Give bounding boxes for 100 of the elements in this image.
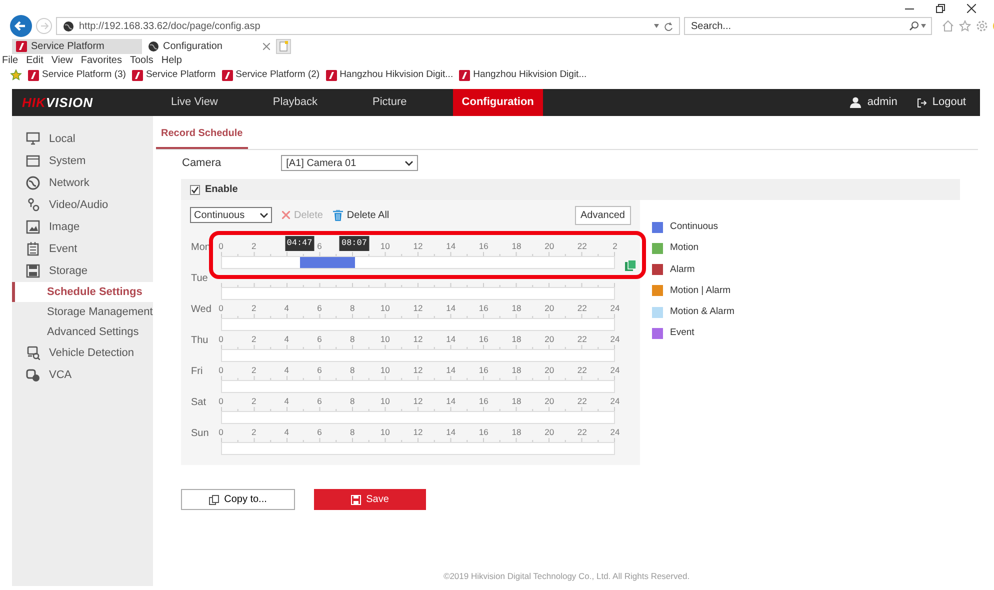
sidebar-subitem[interactable]: Advanced Settings: [12, 322, 153, 342]
timeline-track[interactable]: [221, 411, 615, 424]
sidebar-subitem[interactable]: Storage Management: [12, 302, 153, 322]
hour-label: 2: [251, 302, 256, 315]
search-icon[interactable]: [909, 21, 919, 31]
hour-label: 12: [413, 240, 423, 253]
nav-tab[interactable]: Playback: [264, 89, 327, 116]
copy-icon[interactable]: [625, 260, 636, 271]
hour-label: 10: [380, 426, 390, 439]
hour-label: 20: [544, 302, 554, 315]
menu-item[interactable]: Favorites: [80, 53, 122, 68]
sidebar-item[interactable]: Image: [12, 216, 153, 238]
favorites-link[interactable]: Hangzhou Hikvision Digit...: [459, 68, 587, 82]
timeline-track[interactable]: [221, 287, 615, 300]
favorites-link[interactable]: Service Platform: [132, 68, 216, 82]
hour-label: 12: [413, 302, 423, 315]
hour-label: 2: [251, 364, 256, 377]
delete-all-button[interactable]: Delete All: [332, 208, 390, 222]
check-icon: [191, 186, 199, 194]
copyright-text: ©2019 Hikvision Digital Technology Co., Ltd. All Rights Reserved.: [442, 570, 691, 583]
hour-label: 14: [446, 302, 456, 315]
floppy-icon: [351, 494, 362, 504]
hour-label: 22: [577, 426, 587, 439]
sidebar-item[interactable]: Network: [12, 172, 153, 194]
menu-item[interactable]: Edit: [26, 53, 44, 68]
hour-label: 8: [350, 395, 355, 408]
hour-label: 8: [350, 302, 355, 315]
hour-label: 16: [478, 364, 488, 377]
sidebar-subitem[interactable]: Schedule Settings: [12, 282, 153, 302]
hour-label: 4: [284, 364, 290, 377]
hour-label: 18: [512, 302, 522, 315]
menu-item[interactable]: Tools: [130, 53, 154, 68]
settings-icon[interactable]: [976, 20, 988, 32]
timeline-track[interactable]: [221, 380, 615, 393]
hour-label: 0: [218, 302, 224, 315]
timeline-track[interactable]: [221, 318, 615, 331]
camera-select[interactable]: [A1] Camera 01: [281, 155, 418, 171]
menu-item[interactable]: File: [2, 53, 18, 68]
hour-label: 24: [610, 333, 620, 346]
hour-label: 22: [577, 302, 587, 315]
hour-label: 10: [380, 364, 390, 377]
record-type-select[interactable]: Continuous: [190, 207, 272, 223]
favorites-star-icon[interactable]: [10, 69, 22, 81]
sidebar-item[interactable]: Storage: [12, 260, 153, 282]
sidebar-item[interactable]: Event: [12, 238, 153, 260]
hour-label: 18: [512, 364, 522, 377]
logout-link[interactable]: Logout: [917, 94, 966, 111]
calendar-icon: [26, 242, 40, 256]
refresh-icon[interactable]: [664, 22, 673, 30]
hour-label: 12: [413, 333, 423, 346]
monitor-icon: [26, 132, 40, 146]
sidebar-item[interactable]: VCA: [12, 364, 153, 386]
page-icon: [148, 41, 159, 52]
menu-item[interactable]: Help: [161, 53, 182, 68]
hour-label: 0: [218, 240, 224, 253]
page-tab[interactable]: Record Schedule: [156, 124, 248, 149]
new-tab-icon[interactable]: [276, 39, 291, 54]
restore-icon[interactable]: [936, 4, 945, 13]
hour-label: 22: [577, 333, 587, 346]
user-icon: [850, 97, 862, 108]
favorites-link[interactable]: Service Platform (2): [222, 68, 320, 82]
favorites-link[interactable]: Service Platform (3): [28, 68, 126, 82]
nav-tab[interactable]: Configuration: [452, 89, 543, 116]
enable-checkbox[interactable]: [190, 184, 200, 194]
legend-label: Alarm: [670, 262, 695, 276]
field-label: Camera: [182, 156, 222, 171]
favorites-link[interactable]: Hangzhou Hikvision Digit...: [326, 68, 454, 82]
search-field[interactable]: Search...: [684, 17, 932, 35]
sidebar-item[interactable]: Vehicle Detection: [12, 342, 153, 364]
close-icon[interactable]: [967, 4, 976, 13]
hour-label: 12: [413, 395, 423, 408]
hour-label: 18: [512, 395, 522, 408]
back-button-icon[interactable]: [10, 15, 32, 37]
timeline-track[interactable]: [221, 256, 615, 269]
copy-to-button[interactable]: Copy to...: [181, 489, 295, 510]
nav-tab[interactable]: Live View: [162, 89, 227, 116]
nav-tab[interactable]: Picture: [364, 89, 416, 116]
dropdown-icon[interactable]: [654, 24, 659, 28]
timeline-track[interactable]: [221, 349, 615, 362]
save-button[interactable]: Save: [314, 489, 426, 510]
timeline-track[interactable]: [221, 442, 615, 455]
hour-label: 4: [284, 426, 290, 439]
advanced-button[interactable]: Advanced: [574, 206, 631, 224]
brand-logo: HIKVISION: [21, 94, 94, 112]
hour-label: 18: [512, 426, 522, 439]
hour-label: 4: [284, 302, 290, 315]
browser-tab[interactable]: Service Platform: [12, 39, 142, 54]
sidebar-item[interactable]: System: [12, 150, 153, 172]
sidebar-item[interactable]: Video/Audio: [12, 194, 153, 216]
home-icon[interactable]: [942, 20, 954, 32]
sidebar-item[interactable]: Local: [12, 128, 153, 150]
hour-label: 22: [577, 395, 587, 408]
hour-label: 10: [380, 395, 390, 408]
dropdown-icon[interactable]: [921, 24, 926, 28]
menu-item[interactable]: View: [51, 53, 73, 68]
star-icon[interactable]: [959, 20, 971, 32]
address-bar[interactable]: http://192.168.33.62/doc/page/config.asp: [56, 17, 680, 35]
hour-label: 8: [350, 426, 355, 439]
day-label: Tue: [190, 272, 209, 286]
hour-label: 6: [317, 395, 322, 408]
